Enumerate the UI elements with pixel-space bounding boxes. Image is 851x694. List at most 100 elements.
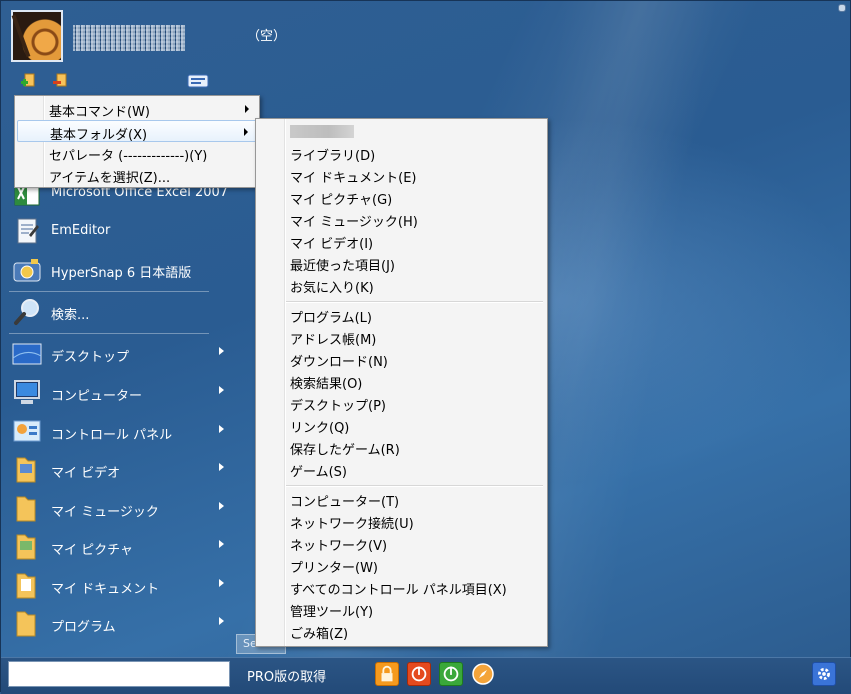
menu-item-label: アイテムを選択(Z)... xyxy=(49,171,171,186)
menu-item-user-folder[interactable] xyxy=(258,120,545,142)
left-item-desktop[interactable]: デスクトップ xyxy=(9,336,237,372)
menu-item-saved-games[interactable]: 保存したゲーム(R) xyxy=(258,436,545,458)
submenu-arrow-icon xyxy=(245,105,249,113)
left-separator xyxy=(9,291,209,292)
left-item-label: プログラム xyxy=(51,620,116,635)
menu-item-label: お気に入り(K) xyxy=(290,281,374,296)
get-pro-link[interactable]: PRO版の取得 xyxy=(247,666,326,685)
lock-icon[interactable] xyxy=(375,662,399,686)
menu-item-label: ネットワーク(V) xyxy=(290,539,388,554)
settings-gear-icon[interactable] xyxy=(812,662,836,686)
left-item-hypersnap[interactable]: HyperSnap 6 日本語版 xyxy=(9,252,237,288)
left-item-search[interactable]: 検索... xyxy=(9,294,237,330)
menu-item-label: ごみ箱(Z) xyxy=(290,627,349,642)
submenu-arrow-icon xyxy=(219,425,224,433)
pin-icon[interactable] xyxy=(838,4,846,12)
submenu-arrow-icon xyxy=(219,463,224,471)
menu-item-label: プリンター(W) xyxy=(290,561,378,576)
menu-item-basic-commands[interactable]: 基本コマンド(W) xyxy=(17,98,257,120)
menu-item-label: 基本コマンド(W) xyxy=(49,105,150,120)
redacted-user-folder xyxy=(290,125,354,138)
left-item-programs[interactable]: プログラム xyxy=(9,606,237,642)
remove-item-icon[interactable] xyxy=(51,72,69,90)
menu-item-favorites[interactable]: お気に入り(K) xyxy=(258,274,545,296)
search-input[interactable] xyxy=(8,661,230,687)
menu-item-library[interactable]: ライブラリ(D) xyxy=(258,142,545,164)
left-item-my-music[interactable]: マイ ミュージック xyxy=(9,491,237,527)
menu-item-programs[interactable]: プログラム(L) xyxy=(258,304,545,326)
folder-icon xyxy=(16,457,36,483)
submenu-arrow-icon xyxy=(219,502,224,510)
left-item-label: 検索... xyxy=(51,308,90,323)
menu-item-label: セパレータ (-------------)(Y) xyxy=(49,149,208,164)
menu-item-downloads[interactable]: ダウンロード(N) xyxy=(258,348,545,370)
left-item-label: コントロール パネル xyxy=(51,428,173,443)
menu-item-label: リンク(Q) xyxy=(290,421,350,436)
left-item-computer[interactable]: コンピューター xyxy=(9,375,237,411)
menu-item-search-results[interactable]: 検索結果(O) xyxy=(258,370,545,392)
menu-item-my-video[interactable]: マイ ビデオ(I) xyxy=(258,230,545,252)
menu-item-label: コンピューター(T) xyxy=(290,495,400,510)
menu-item-separator[interactable]: セパレータ (-------------)(Y) xyxy=(17,142,257,164)
username-redacted xyxy=(73,25,185,51)
menu-item-printers[interactable]: プリンター(W) xyxy=(258,554,545,576)
left-item-my-pictures[interactable]: マイ ピクチャ xyxy=(9,529,237,565)
menu-item-desktop[interactable]: デスクトップ(P) xyxy=(258,392,545,414)
menu-item-recycle-bin[interactable]: ごみ箱(Z) xyxy=(258,620,545,642)
user-avatar[interactable] xyxy=(11,10,63,62)
left-item-emeditor[interactable]: EmEditor xyxy=(9,213,237,249)
view-toggle-icon[interactable] xyxy=(187,74,209,88)
add-item-icon[interactable] xyxy=(19,72,37,90)
menu-item-my-pictures[interactable]: マイ ピクチャ(G) xyxy=(258,186,545,208)
left-separator xyxy=(9,333,209,334)
menu-item-admin-tools[interactable]: 管理ツール(Y) xyxy=(258,598,545,620)
left-item-label: マイ ビデオ xyxy=(51,466,121,481)
menu-item-recent[interactable]: 最近使った項目(J) xyxy=(258,252,545,274)
menu-item-computer[interactable]: コンピューター(T) xyxy=(258,488,545,510)
context-menu: 基本コマンド(W) 基本フォルダ(X) セパレータ (-------------… xyxy=(14,95,260,188)
submenu-arrow-icon xyxy=(219,617,224,625)
menu-item-my-music[interactable]: マイ ミュージック(H) xyxy=(258,208,545,230)
menu-item-network-connections[interactable]: ネットワーク接続(U) xyxy=(258,510,545,532)
menu-item-label: ゲーム(S) xyxy=(290,465,348,480)
computer-icon xyxy=(14,380,40,404)
menu-item-basic-folders[interactable]: 基本フォルダ(X) xyxy=(17,120,257,143)
left-item-label: EmEditor xyxy=(51,223,111,238)
menu-item-links[interactable]: リンク(Q) xyxy=(258,414,545,436)
compass-icon[interactable] xyxy=(471,662,495,686)
hypersnap-icon xyxy=(13,259,41,282)
menu-item-label: アドレス帳(M) xyxy=(290,333,377,348)
menu-item-label: 管理ツール(Y) xyxy=(290,605,374,620)
menu-item-label: ダウンロード(N) xyxy=(290,355,388,370)
folder-submenu: ライブラリ(D) マイ ドキュメント(E) マイ ピクチャ(G) マイ ミュージ… xyxy=(255,118,548,647)
menu-item-select-item[interactable]: アイテムを選択(Z)... xyxy=(17,164,257,186)
menu-item-label: 基本フォルダ(X) xyxy=(50,128,148,143)
header-status-text: （空） xyxy=(247,29,287,44)
menu-item-label: マイ ピクチャ(G) xyxy=(290,193,393,208)
menu-item-my-documents[interactable]: マイ ドキュメント(E) xyxy=(258,164,545,186)
menu-item-address-book[interactable]: アドレス帳(M) xyxy=(258,326,545,348)
submenu-arrow-icon xyxy=(219,347,224,355)
power-on-icon[interactable] xyxy=(439,662,463,686)
submenu-arrow-icon xyxy=(219,386,224,394)
menu-item-label: 保存したゲーム(R) xyxy=(290,443,400,458)
emeditor-icon xyxy=(17,218,39,244)
left-item-control-panel[interactable]: コントロール パネル xyxy=(9,414,237,450)
folder-icon xyxy=(16,573,36,599)
menu-item-label: ネットワーク接続(U) xyxy=(290,517,414,532)
left-item-my-video[interactable]: マイ ビデオ xyxy=(9,452,237,488)
menu-item-games[interactable]: ゲーム(S) xyxy=(258,458,545,480)
menu-separator xyxy=(286,485,543,487)
power-off-icon[interactable] xyxy=(407,662,431,686)
submenu-arrow-icon xyxy=(219,579,224,587)
left-item-label: マイ ミュージック xyxy=(51,505,159,520)
left-item-my-documents[interactable]: マイ ドキュメント xyxy=(9,568,237,604)
menu-item-label: マイ ビデオ(I) xyxy=(290,237,374,252)
search-magnifier-icon xyxy=(14,299,39,325)
folder-icon xyxy=(16,611,36,637)
menu-item-network[interactable]: ネットワーク(V) xyxy=(258,532,545,554)
menu-item-label: マイ ドキュメント(E) xyxy=(290,171,417,186)
menu-item-all-control-panel[interactable]: すべてのコントロール パネル項目(X) xyxy=(258,576,545,598)
left-item-label: HyperSnap 6 日本語版 xyxy=(51,266,192,281)
left-item-label: デスクトップ xyxy=(51,350,130,365)
